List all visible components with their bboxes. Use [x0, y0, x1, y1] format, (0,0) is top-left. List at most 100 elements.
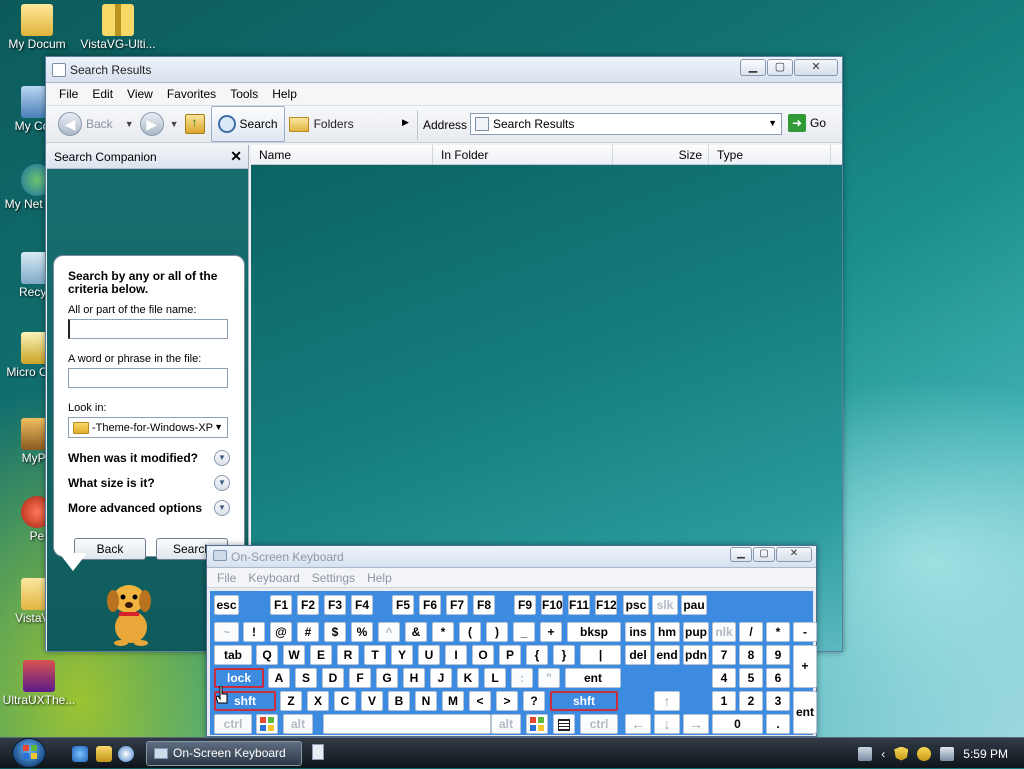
key-x46[interactable]: . [766, 714, 790, 734]
key-f10[interactable]: F10 [541, 595, 563, 615]
key-o[interactable]: O [472, 645, 494, 665]
key-8[interactable]: 8 [739, 645, 763, 665]
key-y[interactable]: Y [391, 645, 413, 665]
close-pane-icon[interactable]: ✕ [230, 148, 242, 165]
media-player-icon[interactable] [118, 746, 134, 762]
key-i[interactable]: I [445, 645, 467, 665]
key-x126[interactable]: ~ [214, 622, 239, 642]
menu-tools[interactable]: Tools [223, 87, 265, 101]
key-x63[interactable]: ? [523, 691, 545, 711]
numpad-plus-key[interactable]: + [793, 645, 817, 688]
key-0[interactable]: 0 [712, 714, 763, 734]
enter-key[interactable]: ent [565, 668, 621, 688]
search-toolbar-button[interactable]: Search [210, 106, 285, 142]
key-x34[interactable]: " [538, 668, 560, 688]
back-button[interactable]: ◀ Back ▼ [58, 106, 140, 142]
key-f2[interactable]: F2 [297, 595, 319, 615]
key-x38[interactable]: & [405, 622, 427, 642]
close-button[interactable]: ✕ [794, 59, 838, 76]
internet-explorer-icon[interactable] [72, 746, 88, 762]
osk-menu-keyboard[interactable]: Keyboard [242, 571, 305, 585]
key-f9[interactable]: F9 [514, 595, 536, 615]
key-a[interactable]: A [268, 668, 290, 688]
start-button[interactable] [12, 738, 46, 768]
key-9[interactable]: 9 [766, 645, 790, 665]
key-3[interactable]: 3 [766, 691, 790, 711]
insert-key[interactable]: ins [625, 622, 651, 642]
windows-key[interactable] [526, 714, 548, 734]
minimize-button[interactable]: ▁ [740, 59, 766, 76]
key-d[interactable]: D [322, 668, 344, 688]
column-in-folder[interactable]: In Folder [433, 145, 613, 164]
forward-button[interactable]: ▶ ▼ [139, 106, 185, 142]
key-m[interactable]: M [442, 691, 464, 711]
key-x33[interactable]: ! [243, 622, 265, 642]
key-x42[interactable]: * [766, 622, 790, 642]
key-x64[interactable]: @ [270, 622, 292, 642]
taskbar-button-osk[interactable]: On-Screen Keyboard [146, 741, 302, 766]
phrase-input[interactable] [68, 368, 228, 388]
key-f6[interactable]: F6 [419, 595, 441, 615]
minimize-button[interactable]: ▁ [730, 547, 752, 562]
key-x94[interactable]: ^ [378, 622, 400, 642]
key-n[interactable]: N [415, 691, 437, 711]
key-f12[interactable]: F12 [595, 595, 617, 615]
window-titlebar[interactable]: Search Results ▁ ▢ ✕ [46, 57, 842, 83]
key-x8595[interactable]: ↓ [654, 714, 680, 734]
osk-menu-settings[interactable]: Settings [306, 571, 361, 585]
tab-key[interactable]: tab [214, 645, 252, 665]
key-f5[interactable]: F5 [392, 595, 414, 615]
key-j[interactable]: J [430, 668, 452, 688]
key-x37[interactable]: % [351, 622, 373, 642]
numpad-enter-key[interactable]: ent [793, 691, 817, 734]
toolbar-overflow-chevron-icon[interactable]: ▶ [402, 117, 409, 128]
expand-chevron-icon[interactable]: ▼ [214, 450, 230, 466]
key-x47[interactable]: / [739, 622, 763, 642]
key-x8594[interactable]: → [683, 714, 709, 734]
desktop-icon-vistavg[interactable]: VistaVG-Ulti... [80, 4, 156, 51]
quick-launch-icon[interactable] [96, 746, 112, 762]
page-up-key[interactable]: pup [683, 622, 709, 642]
chevron-down-icon[interactable]: ▼ [170, 119, 179, 129]
key-5[interactable]: 5 [739, 668, 763, 688]
key-x35[interactable]: # [297, 622, 319, 642]
key-x60[interactable]: < [469, 691, 491, 711]
print-screen-key[interactable]: psc [623, 595, 649, 615]
alt-key[interactable]: alt [283, 714, 313, 734]
menu-favorites[interactable]: Favorites [160, 87, 223, 101]
key-end[interactable]: end [654, 645, 680, 665]
key-x40[interactable]: ( [459, 622, 481, 642]
alt-key[interactable]: alt [491, 714, 521, 734]
pause-key[interactable]: pau [681, 595, 707, 615]
key-7[interactable]: 7 [712, 645, 736, 665]
expand-chevron-icon[interactable]: ▼ [214, 500, 230, 516]
backspace-key[interactable]: bksp [567, 622, 621, 642]
scroll-lock-key[interactable]: slk [652, 595, 678, 615]
expand-chevron-icon[interactable]: ▼ [214, 475, 230, 491]
option-advanced[interactable]: More advanced options ▼ [68, 500, 230, 516]
ctrl-key[interactable]: ctrl [214, 714, 252, 734]
osk-menu-file[interactable]: File [211, 571, 242, 585]
key-f1[interactable]: F1 [270, 595, 292, 615]
address-bar[interactable]: Search Results ▼ [470, 113, 782, 135]
desktop-icon-my-documents[interactable]: My Docum [0, 4, 74, 51]
key-u[interactable]: U [418, 645, 440, 665]
key-x43[interactable]: + [540, 622, 562, 642]
osk-titlebar[interactable]: On-Screen Keyboard ▁ ▢ ✕ [207, 546, 816, 568]
key-e[interactable]: E [310, 645, 332, 665]
home-key[interactable]: hm [654, 622, 680, 642]
key-r[interactable]: R [337, 645, 359, 665]
key-v[interactable]: V [361, 691, 383, 711]
space-key[interactable] [323, 714, 491, 734]
key-x125[interactable]: } [553, 645, 575, 665]
key-q[interactable]: Q [256, 645, 278, 665]
taskbar-button-document-icon[interactable] [312, 744, 324, 760]
show-hidden-icons-chevron-icon[interactable]: ‹ [881, 747, 885, 761]
keyboard-tray-icon[interactable] [858, 746, 873, 761]
menu-edit[interactable]: Edit [85, 87, 120, 101]
key-x58[interactable]: : [511, 668, 533, 688]
key-x45[interactable]: - [793, 622, 817, 642]
maximize-button[interactable]: ▢ [753, 547, 775, 562]
column-size[interactable]: Size [613, 145, 709, 164]
key-f3[interactable]: F3 [324, 595, 346, 615]
